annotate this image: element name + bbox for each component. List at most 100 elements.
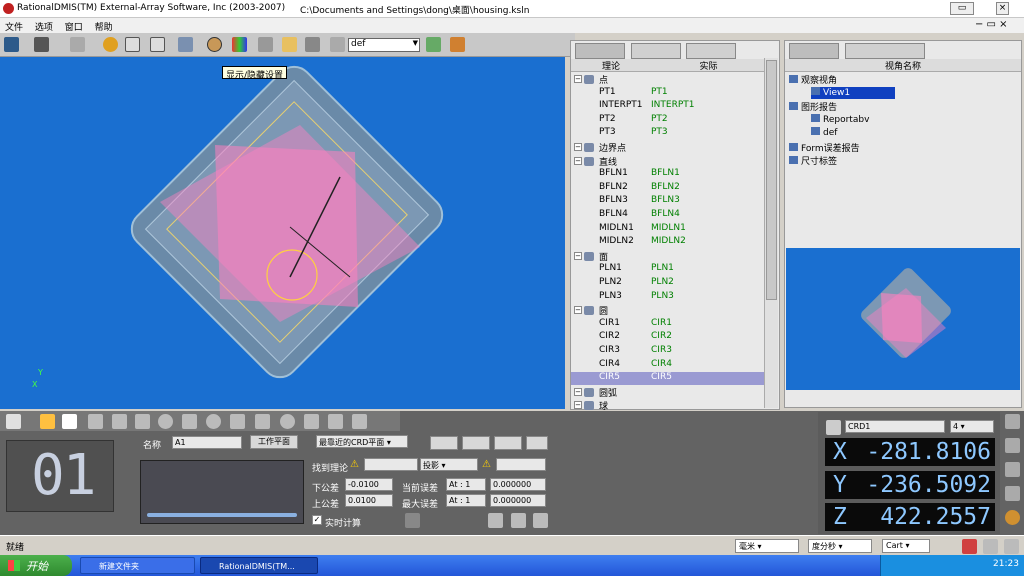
axis-icon[interactable] bbox=[178, 37, 193, 52]
tree-item[interactable]: PT1 PT1 bbox=[571, 87, 766, 100]
menu-options[interactable]: 选项 bbox=[30, 18, 57, 33]
view-item[interactable]: 图形报告 bbox=[789, 100, 837, 113]
upper-tol-field[interactable]: 0.0100 bbox=[345, 494, 393, 507]
probe-mode-icon[interactable] bbox=[6, 414, 21, 429]
side-tool-4-icon[interactable] bbox=[1005, 486, 1020, 501]
tree-group[interactable]: − 圆弧 bbox=[571, 386, 766, 399]
tab-tools[interactable] bbox=[686, 43, 736, 59]
window-icon[interactable] bbox=[305, 37, 320, 52]
tree-item[interactable]: INTERPT1 INTERPT1 bbox=[571, 100, 766, 113]
rotate-icon[interactable] bbox=[103, 37, 118, 52]
crd-num-select[interactable]: 4 ▾ bbox=[950, 420, 994, 433]
tree-group[interactable]: − 点 bbox=[571, 73, 766, 86]
lower-tol-field[interactable]: -0.0100 bbox=[345, 478, 393, 491]
settings-gear-icon[interactable] bbox=[1005, 510, 1020, 525]
slot-feature-icon[interactable] bbox=[304, 414, 319, 429]
curve-feature-icon[interactable] bbox=[328, 414, 343, 429]
tree-item[interactable]: BFLN1 BFLN1 bbox=[571, 168, 766, 181]
expand-icon[interactable]: − bbox=[574, 156, 582, 165]
fit-view-icon[interactable] bbox=[150, 37, 165, 52]
tree-item[interactable]: CIR4 CIR4 bbox=[571, 359, 766, 372]
tree-group[interactable]: − 面 bbox=[571, 250, 766, 263]
confirm-icon[interactable] bbox=[533, 513, 548, 528]
tree-item[interactable]: BFLN3 BFLN3 bbox=[571, 195, 766, 208]
auto-icon[interactable] bbox=[40, 414, 55, 429]
coord-system-select[interactable]: Cart ▾ bbox=[882, 539, 930, 553]
sphere-feature-icon[interactable] bbox=[206, 414, 221, 429]
status-tool-1-icon[interactable] bbox=[962, 539, 977, 554]
tree-item[interactable]: PLN3 PLN3 bbox=[571, 291, 766, 304]
view-item[interactable]: 观察视角 bbox=[789, 73, 837, 86]
shield-icon[interactable] bbox=[450, 37, 465, 52]
color-icon[interactable] bbox=[232, 37, 247, 52]
menu-help[interactable]: 帮助 bbox=[90, 18, 117, 33]
circle-feature-icon[interactable] bbox=[158, 414, 173, 429]
arc-feature-icon[interactable] bbox=[182, 414, 197, 429]
expand-icon[interactable]: − bbox=[574, 251, 582, 260]
tab-features[interactable] bbox=[575, 43, 625, 59]
restore-icon[interactable]: ▭ bbox=[950, 2, 974, 15]
zoom-window-icon[interactable] bbox=[125, 37, 140, 52]
tab-camera[interactable] bbox=[789, 43, 839, 59]
unit-select[interactable]: 毫米 ▾ bbox=[735, 539, 799, 553]
tree-group[interactable]: − 边界点 bbox=[571, 141, 766, 154]
tree-item[interactable]: MIDLN2 MIDLN2 bbox=[571, 236, 766, 249]
expand-icon[interactable]: − bbox=[574, 306, 582, 315]
angle-select[interactable]: 度分秒 ▾ bbox=[808, 539, 872, 553]
tree-scrollbar[interactable] bbox=[764, 58, 778, 408]
cone-feature-icon[interactable] bbox=[255, 414, 270, 429]
tree-item[interactable]: MIDLN1 MIDLN1 bbox=[571, 223, 766, 236]
task-folder[interactable]: 新建文件夹 bbox=[80, 557, 195, 574]
tree-item[interactable]: CIR2 CIR2 bbox=[571, 331, 766, 344]
delete-icon[interactable] bbox=[258, 37, 273, 52]
torus-feature-icon[interactable] bbox=[280, 414, 295, 429]
edge-point-icon[interactable] bbox=[88, 414, 103, 429]
tree-group[interactable]: − 圆 bbox=[571, 304, 766, 317]
expand-icon[interactable]: − bbox=[574, 401, 582, 410]
cursor-icon[interactable] bbox=[70, 37, 85, 52]
feature-btn-4[interactable] bbox=[526, 436, 548, 450]
crd-field[interactable]: CRD1 bbox=[845, 420, 945, 433]
close-icon[interactable]: × bbox=[996, 2, 1009, 15]
side-tool-1-icon[interactable] bbox=[1005, 414, 1020, 429]
tab-report-tools[interactable] bbox=[845, 43, 925, 59]
view-item[interactable]: def bbox=[811, 127, 837, 139]
point-feature-icon[interactable] bbox=[62, 414, 77, 429]
line-feature-icon[interactable] bbox=[112, 414, 127, 429]
tree-item[interactable]: BFLN2 BFLN2 bbox=[571, 182, 766, 195]
edit-icon[interactable] bbox=[488, 513, 503, 528]
layer-icon[interactable] bbox=[330, 37, 345, 52]
tree-group[interactable]: − 直线 bbox=[571, 155, 766, 168]
status-tool-2-icon[interactable] bbox=[983, 539, 998, 554]
name-field[interactable]: A1 bbox=[172, 436, 242, 449]
probe-icon[interactable] bbox=[34, 37, 49, 52]
view-item[interactable]: Form误差报告 bbox=[789, 141, 860, 154]
tree-item[interactable]: BFLN4 BFLN4 bbox=[571, 209, 766, 222]
folder-icon[interactable] bbox=[282, 37, 297, 52]
realtime-checkbox[interactable]: ✓ bbox=[312, 515, 322, 525]
save-view-icon[interactable] bbox=[426, 37, 441, 52]
feature-btn-2[interactable] bbox=[462, 436, 490, 450]
tree-item[interactable]: PLN1 PLN1 bbox=[571, 263, 766, 276]
expand-icon[interactable]: − bbox=[574, 387, 582, 396]
menu-file[interactable]: 文件 bbox=[0, 18, 27, 33]
expand-icon[interactable]: − bbox=[574, 75, 582, 83]
find-nominal-field[interactable] bbox=[364, 458, 418, 471]
tree-item[interactable]: PT3 PT3 bbox=[571, 127, 766, 140]
tool-icon[interactable] bbox=[511, 513, 526, 528]
show-hide-icon[interactable] bbox=[207, 37, 222, 52]
tree-item[interactable]: CIR1 CIR1 bbox=[571, 318, 766, 331]
view-item[interactable]: Reportabv bbox=[811, 113, 869, 126]
plane-feature-icon[interactable] bbox=[135, 414, 150, 429]
crd-plane-select[interactable]: 最靠近的CRD平面 ▾ bbox=[316, 435, 408, 448]
feature-btn-3[interactable] bbox=[494, 436, 522, 450]
tree-item[interactable]: CIR3 CIR3 bbox=[571, 345, 766, 358]
workplane-button[interactable]: 工作平面 bbox=[250, 435, 298, 449]
cylinder-feature-icon[interactable] bbox=[230, 414, 245, 429]
mdi-controls-icon[interactable]: − ▭ × bbox=[975, 19, 1008, 30]
expand-icon[interactable]: − bbox=[574, 143, 582, 151]
view-mode-icon[interactable] bbox=[4, 37, 19, 52]
view-item[interactable]: View1 bbox=[811, 86, 895, 99]
start-button[interactable]: 开始 bbox=[0, 555, 72, 576]
tab-measure[interactable] bbox=[631, 43, 681, 59]
